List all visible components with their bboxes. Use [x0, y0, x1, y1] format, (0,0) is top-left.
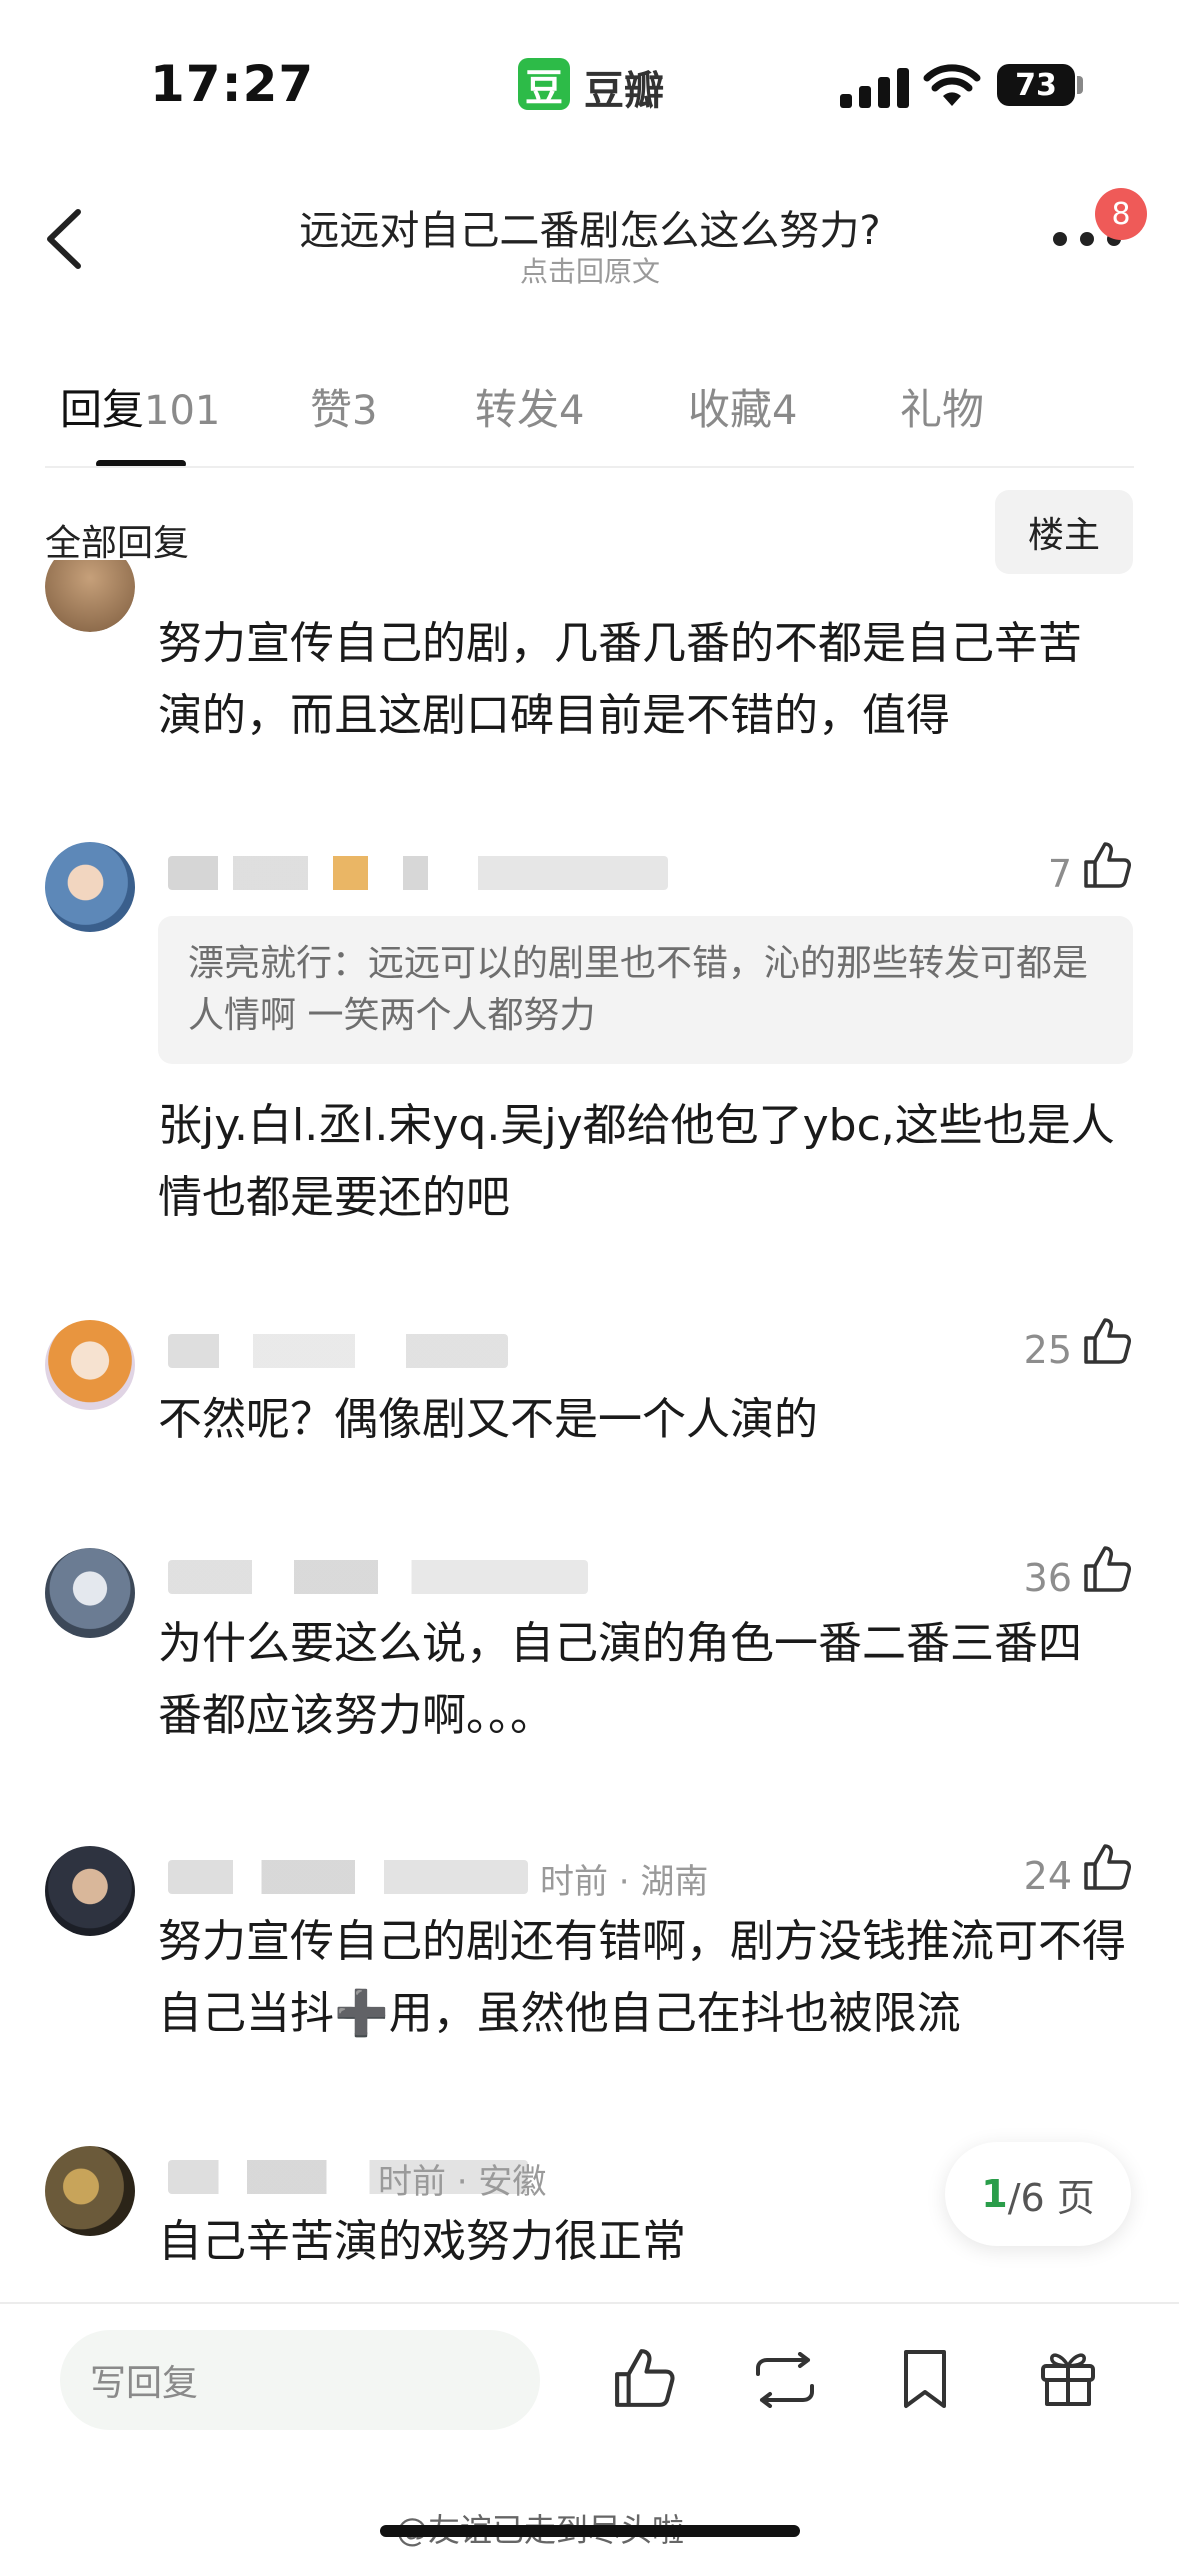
repost-icon[interactable]: [752, 2352, 818, 2408]
tab-replies[interactable]: 回复101: [60, 376, 220, 437]
app-logo-icon: 豆: [518, 58, 570, 110]
comment-avatar[interactable]: [45, 560, 135, 632]
battery-tip: [1077, 76, 1083, 94]
comment-text: 张jy.白l.丞l.宋yq.吴jy都给他包了ybc,这些也是人情也都是要还的吧: [158, 1100, 1115, 1223]
status-time: 17:27: [150, 55, 315, 113]
thumbs-up-icon[interactable]: [1082, 1842, 1132, 1892]
comment-text: 自己辛苦演的戏努力很正常: [158, 2216, 686, 2267]
like-icon[interactable]: [612, 2346, 676, 2410]
like-count: 36: [1023, 1556, 1072, 1600]
thumbs-up-icon[interactable]: [1082, 840, 1132, 890]
wifi-icon: [923, 64, 981, 106]
thumbs-up-icon[interactable]: [1082, 1316, 1132, 1366]
signal-icon: [840, 68, 909, 108]
username-blurred[interactable]: [168, 1560, 588, 1594]
username-blurred[interactable]: [168, 856, 668, 890]
tab-label: 收藏: [688, 385, 773, 434]
home-indicator: [380, 2525, 800, 2537]
username-blurred[interactable]: [168, 1334, 508, 1368]
tab-count: 4: [772, 388, 798, 434]
like-count: 25: [1023, 1328, 1072, 1372]
app-name: 豆瓣: [584, 68, 664, 114]
comment-avatar[interactable]: [45, 1320, 135, 1410]
comment-meta: 时前 · 湖南: [540, 1862, 709, 1902]
notification-badge: 8: [1095, 188, 1147, 240]
battery-indicator: 73: [997, 64, 1075, 106]
tab-count: 101: [144, 388, 221, 434]
tab-collections[interactable]: 收藏4: [688, 376, 797, 437]
thumbs-up-icon[interactable]: [1082, 1544, 1132, 1594]
back-to-post-link[interactable]: 点击回原文: [400, 250, 780, 290]
comment-meta: 时前 · 安徽: [378, 2162, 547, 2202]
op-only-button[interactable]: 楼主: [995, 490, 1133, 574]
back-icon[interactable]: [44, 208, 84, 270]
bookmark-icon[interactable]: [900, 2348, 950, 2410]
tab-label: 回复: [60, 385, 145, 434]
comment-text: 不然呢？偶像剧又不是一个人演的: [158, 1394, 818, 1445]
comment-text: 努力宣传自己的剧还有错啊，剧方没钱推流可不得自己当抖➕用，虽然他自己在抖也被限流: [158, 1916, 1126, 2039]
current-page: 1: [981, 2172, 1008, 2216]
gift-icon[interactable]: [1038, 2346, 1098, 2410]
like-count: 7: [1047, 852, 1072, 896]
comment-avatar[interactable]: [45, 842, 135, 932]
tab-count: 3: [352, 388, 378, 434]
reply-input[interactable]: 写回复: [60, 2330, 540, 2430]
all-replies-label: 全部回复: [45, 523, 190, 564]
page-indicator[interactable]: 1/6 页: [945, 2142, 1131, 2246]
bottom-bar-divider: [0, 2302, 1179, 2304]
comment-avatar[interactable]: [45, 2146, 135, 2236]
comment-text: 努力宣传自己的剧，几番几番的不都是自己辛苦演的，而且这剧口碑目前是不错的，值得: [158, 618, 1082, 741]
total-pages: /6 页: [1007, 2175, 1095, 2220]
tabs-divider: [45, 466, 1134, 468]
comment-text: 为什么要这么说，自己演的角色一番二番三番四番都应该努力啊。。。: [158, 1618, 1082, 1741]
username-blurred[interactable]: [168, 1860, 528, 1894]
tab-label: 赞: [310, 385, 353, 434]
tab-likes[interactable]: 赞3: [310, 376, 377, 437]
tab-label: 礼物: [900, 385, 985, 434]
tab-reposts[interactable]: 转发4: [475, 376, 584, 437]
tab-label: 转发: [475, 385, 560, 434]
tab-count: 4: [559, 388, 585, 434]
comment-avatar[interactable]: [45, 1548, 135, 1638]
tab-gifts[interactable]: 礼物: [900, 376, 984, 437]
like-count: 24: [1023, 1854, 1072, 1898]
quoted-reply[interactable]: 漂亮就行：远远可以的剧里也不错，沁的那些转发可都是人情啊 一笑两个人都努力: [158, 916, 1133, 1064]
post-title[interactable]: 远远对自己二番剧怎么这么努力?: [200, 198, 980, 256]
comment-avatar[interactable]: [45, 1846, 135, 1936]
